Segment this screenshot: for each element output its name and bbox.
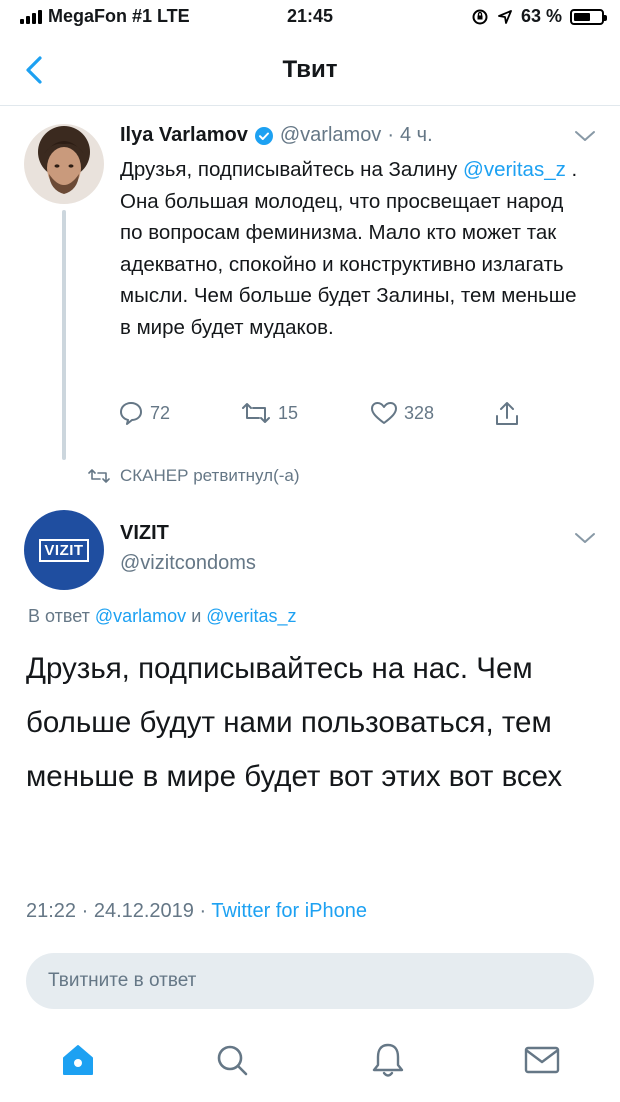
retweet-icon bbox=[242, 403, 270, 423]
quoted-tweet-header: Ilya Varlamov @varlamov · 4 ч. bbox=[120, 124, 433, 147]
like-button[interactable]: 328 bbox=[370, 400, 434, 426]
orientation-lock-icon bbox=[472, 9, 488, 24]
heart-icon bbox=[371, 402, 397, 424]
mention-link[interactable]: @veritas_z bbox=[463, 158, 566, 181]
retweet-notice: СКАНЕР ретвитнул(-а) bbox=[88, 466, 300, 486]
reply-placeholder: Твитните в ответ bbox=[48, 970, 197, 991]
share-button[interactable] bbox=[494, 400, 520, 428]
time-ago: 4 ч. bbox=[399, 124, 433, 146]
like-count: 328 bbox=[404, 402, 435, 423]
author-name[interactable]: VIZIT bbox=[120, 522, 169, 545]
tweet-text-part: Друзья, подписывайтесь на Залину bbox=[120, 158, 464, 181]
status-right: 63 % bbox=[471, 6, 607, 27]
tab-bar bbox=[0, 1030, 620, 1102]
status-bar: MegaFon #1 LTE 21:45 63 % bbox=[0, 0, 620, 36]
retweet-count: 15 bbox=[278, 402, 299, 423]
location-arrow-icon bbox=[498, 9, 512, 24]
tweet-actions: 72 15 328 bbox=[118, 400, 538, 434]
tweet-timestamp: 21:22 · 24.12.2019 · Twitter for iPhone bbox=[26, 900, 367, 923]
mention-link[interactable]: @veritas_z bbox=[206, 606, 296, 626]
timestamp-text: 21:22 · 24.12.2019 · bbox=[26, 900, 212, 922]
home-icon[interactable] bbox=[58, 1040, 98, 1080]
retweet-button[interactable]: 15 bbox=[240, 400, 298, 426]
main-tweet-text: Друзья, подписывайтесь на нас. Чем больш… bbox=[26, 652, 563, 793]
retweet-notice-text[interactable]: СКАНЕР ретвитнул(-а) bbox=[120, 466, 300, 486]
avatar-varlamov[interactable] bbox=[24, 124, 104, 204]
search-icon[interactable] bbox=[212, 1040, 252, 1080]
chevron-down-icon[interactable] bbox=[572, 126, 598, 146]
battery-percent: 63 % bbox=[520, 6, 562, 26]
vizit-logo: VIZIT bbox=[39, 538, 89, 562]
thread-line bbox=[62, 210, 66, 460]
reply-prefix: В ответ bbox=[28, 606, 95, 626]
mention-link[interactable]: @varlamov bbox=[95, 606, 186, 626]
notifications-icon[interactable] bbox=[368, 1040, 408, 1080]
reply-input[interactable]: Твитните в ответ bbox=[26, 953, 594, 1009]
author-handle[interactable]: @vizitcondoms bbox=[120, 552, 256, 575]
source-link[interactable]: Twitter for iPhone bbox=[211, 900, 367, 922]
share-icon bbox=[496, 402, 518, 425]
verified-badge-icon bbox=[254, 126, 273, 145]
reply-and: и bbox=[186, 606, 207, 626]
nav-header: Твит bbox=[0, 36, 620, 106]
messages-icon[interactable] bbox=[522, 1040, 562, 1080]
avatar-photo bbox=[24, 124, 104, 204]
battery-icon bbox=[570, 8, 607, 25]
page-title: Твит bbox=[282, 56, 338, 83]
tweet-text-part: . Она большая молодец, что просвещает на… bbox=[120, 158, 578, 339]
reply-icon bbox=[120, 402, 142, 425]
avatar-vizit[interactable]: VIZIT bbox=[24, 510, 104, 590]
dot-separator: · bbox=[387, 124, 394, 146]
chevron-down-icon[interactable] bbox=[572, 528, 598, 548]
reply-count: 72 bbox=[150, 402, 171, 423]
retweet-icon bbox=[88, 469, 110, 483]
reply-button[interactable]: 72 bbox=[118, 400, 170, 426]
reply-to-line: В ответ @varlamov и @veritas_z bbox=[28, 606, 297, 627]
author-handle: @varlamov bbox=[279, 124, 382, 146]
quoted-tweet-text: Друзья, подписывайтесь на Залину @verita… bbox=[120, 154, 590, 343]
author-name[interactable]: Ilya Varlamov bbox=[120, 124, 248, 147]
